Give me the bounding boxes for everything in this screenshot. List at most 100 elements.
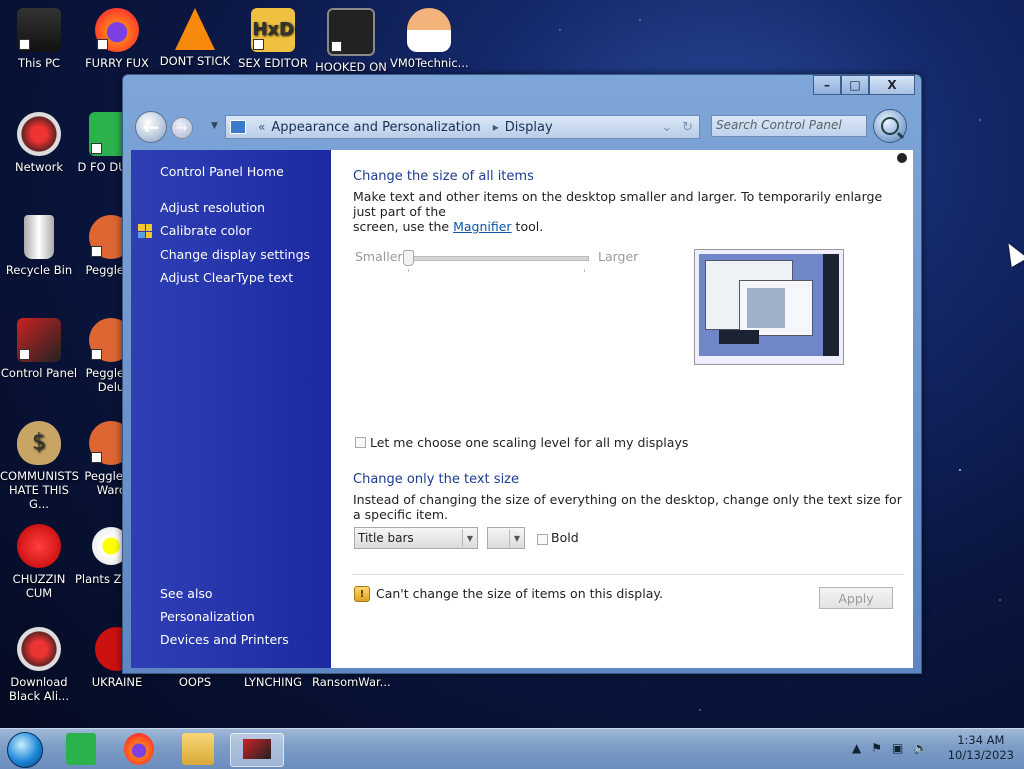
address-overflow-chevron[interactable]: « bbox=[258, 120, 265, 134]
volume-icon[interactable]: 🔈 bbox=[913, 741, 928, 755]
breadcrumb-separator-icon[interactable]: ▸ bbox=[493, 120, 499, 134]
navigation-bar: ← → ▼ « Appearance and Personalization ▸… bbox=[131, 107, 913, 147]
desktop-icon-label: OOPS bbox=[178, 675, 212, 689]
desktop-icon-sex-editor[interactable]: HxD SEX EDITOR bbox=[234, 8, 312, 70]
help-icon[interactable] bbox=[897, 153, 907, 163]
slider-tick bbox=[408, 269, 409, 272]
description-change-size: Make text and other items on the desktop… bbox=[353, 189, 898, 234]
heading-change-size-all: Change the size of all items bbox=[353, 169, 534, 184]
network-tray-icon[interactable]: ▣ bbox=[892, 741, 903, 755]
display-preview-image bbox=[694, 249, 844, 365]
description-line-2: screen, use the bbox=[353, 219, 454, 234]
description-text-size: Instead of changing the size of everythi… bbox=[353, 492, 902, 522]
sidebar-personalization[interactable]: Personalization bbox=[160, 609, 255, 624]
taskbar-firefox-icon[interactable] bbox=[124, 733, 154, 765]
size-slider-track[interactable] bbox=[409, 256, 589, 261]
text-item-select[interactable]: Title bars ▼ bbox=[354, 527, 478, 549]
desktop-icon-label: RansomWar... bbox=[312, 675, 391, 689]
money-bag-icon: $ bbox=[17, 421, 61, 465]
close-button[interactable]: X bbox=[869, 75, 915, 95]
control-panel-icon bbox=[17, 318, 61, 362]
search-input[interactable] bbox=[712, 116, 866, 134]
desktop-icon-label: UKRAINE bbox=[91, 675, 143, 689]
system-tray: ▲ ⚑ ▣ 🔈 bbox=[852, 741, 928, 755]
minimize-button[interactable]: – bbox=[813, 75, 841, 95]
desktop-icon-network[interactable]: Network bbox=[0, 112, 78, 174]
breadcrumb-appearance[interactable]: Appearance and Personalization bbox=[271, 120, 480, 135]
desktop-icon-control-panel[interactable]: Control Panel bbox=[0, 318, 78, 380]
computer-icon bbox=[17, 8, 61, 52]
desktop-icon-recycle-bin[interactable]: Recycle Bin bbox=[0, 215, 78, 277]
scaling-level-checkbox[interactable] bbox=[355, 437, 366, 448]
firefox-icon bbox=[95, 8, 139, 52]
desktop-icon-communists[interactable]: $ COMMUNISTS HATE THIS G... bbox=[0, 421, 79, 511]
sidebar-control-panel-home[interactable]: Control Panel Home bbox=[160, 164, 284, 179]
clock-date: 10/13/2023 bbox=[947, 748, 1014, 762]
address-bar[interactable]: « Appearance and Personalization ▸ Displ… bbox=[225, 115, 700, 139]
tray-expand-icon[interactable]: ▲ bbox=[852, 741, 861, 755]
desktop-icon-chuzzin[interactable]: CHUZZIN CUM bbox=[0, 524, 78, 600]
desktop-icon-label: HOOKED ON bbox=[315, 60, 387, 74]
text-size-select[interactable]: ▼ bbox=[487, 527, 525, 549]
desktop-icon-label: Recycle Bin bbox=[5, 263, 73, 277]
flag-icon[interactable]: ⚑ bbox=[871, 741, 882, 755]
clock[interactable]: 1:34 AM 10/13/2023 bbox=[948, 733, 1014, 763]
sidebar-change-display-settings[interactable]: Change display settings bbox=[160, 247, 310, 262]
sidebar-adjust-resolution[interactable]: Adjust resolution bbox=[160, 200, 265, 215]
recycle-bin-icon bbox=[24, 215, 54, 259]
description-line-2-end: tool. bbox=[511, 219, 544, 234]
recent-pages-dropdown-icon[interactable]: ▼ bbox=[211, 121, 218, 131]
description-line-1: Make text and other items on the desktop… bbox=[353, 189, 883, 219]
desktop-icon-furry-fux[interactable]: FURRY FUX bbox=[78, 8, 156, 70]
slider-max-label: Larger bbox=[598, 249, 639, 264]
magnifier-button[interactable] bbox=[873, 109, 907, 143]
refresh-icon[interactable]: ↻ bbox=[682, 120, 693, 135]
maze-icon bbox=[327, 8, 375, 56]
forward-button[interactable]: → bbox=[171, 117, 193, 139]
magnifier-link[interactable]: Magnifier bbox=[453, 219, 511, 234]
mouse-cursor-icon bbox=[1000, 238, 1024, 268]
taskbar-file-explorer-icon[interactable] bbox=[182, 733, 214, 765]
sidebar-devices-printers[interactable]: Devices and Printers bbox=[160, 632, 289, 647]
search-box[interactable] bbox=[711, 115, 867, 137]
chevron-down-icon: ▼ bbox=[509, 529, 524, 547]
maximize-button[interactable]: □ bbox=[841, 75, 869, 95]
desktop-icon-label: CHUZZIN CUM bbox=[12, 572, 66, 600]
desktop-icon-label: This PC bbox=[17, 56, 61, 70]
window-controls: – □ X bbox=[813, 75, 915, 95]
taskbar-control-panel-icon[interactable] bbox=[230, 733, 284, 767]
desktop-icon-vm0technic[interactable]: VM0Technic... bbox=[390, 8, 469, 70]
divider bbox=[353, 574, 903, 575]
desktop-icon-dont-stick[interactable]: DONT STICK bbox=[156, 8, 234, 68]
slider-tick bbox=[584, 269, 585, 272]
control-panel-icon bbox=[230, 120, 246, 134]
desktop-icon-label: COMMUNISTS HATE THIS G... bbox=[0, 469, 79, 511]
desktop-icon-label: DONT STICK bbox=[159, 54, 231, 68]
desktop-icon-label: FURRY FUX bbox=[85, 56, 149, 70]
desktop-icon-hooked-on[interactable]: HOOKED ON bbox=[312, 8, 390, 74]
apply-button[interactable]: Apply bbox=[819, 587, 893, 609]
back-button[interactable]: ← bbox=[135, 111, 167, 143]
heading-change-text-size: Change only the text size bbox=[353, 472, 519, 487]
chevron-down-icon: ▼ bbox=[462, 529, 477, 547]
magnifier-icon bbox=[881, 117, 899, 135]
breadcrumb-display[interactable]: Display bbox=[505, 120, 553, 135]
desktop-icon-label: SEX EDITOR bbox=[238, 56, 308, 70]
task-pane: Control Panel Home Adjust resolution Cal… bbox=[131, 150, 331, 668]
network-icon bbox=[17, 112, 61, 156]
size-slider-thumb[interactable] bbox=[403, 250, 414, 266]
desktop-icon-label: LYNCHING bbox=[243, 675, 303, 689]
taskbar-green-app-icon[interactable] bbox=[66, 733, 96, 765]
control-panel-icon bbox=[243, 739, 271, 759]
control-panel-window: – □ X ← → ▼ « Appearance and Personaliza… bbox=[122, 74, 922, 674]
desktop-icon-this-pc[interactable]: This PC bbox=[0, 8, 78, 70]
sidebar-adjust-cleartype[interactable]: Adjust ClearType text bbox=[160, 270, 293, 285]
bold-checkbox[interactable] bbox=[537, 534, 548, 545]
taskbar: ▲ ⚑ ▣ 🔈 1:34 AM 10/13/2023 bbox=[0, 728, 1024, 769]
start-button[interactable] bbox=[7, 732, 43, 768]
text-item-value: Title bars bbox=[358, 531, 414, 545]
address-dropdown-icon[interactable]: ⌄ bbox=[661, 120, 672, 135]
sidebar-calibrate-color[interactable]: Calibrate color bbox=[160, 223, 251, 238]
desktop-icon-download[interactable]: Download Black Ali... bbox=[0, 627, 78, 703]
desktop-icon-label: Download Black Ali... bbox=[9, 675, 69, 703]
